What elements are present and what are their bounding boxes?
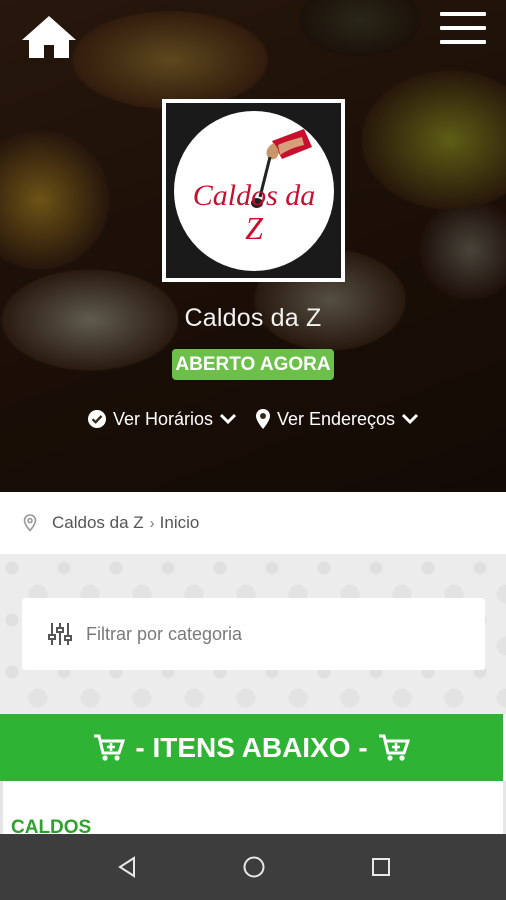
breadcrumb: Caldos da Z › Inicio — [0, 492, 506, 554]
view-hours-label: Ver Horários — [112, 408, 213, 429]
back-icon[interactable] — [112, 852, 142, 882]
cart-plus-icon — [378, 734, 410, 761]
view-addresses-label: Ver Endereços — [276, 408, 396, 429]
logo-text-line2: Z — [245, 210, 264, 246]
system-navigation-bar — [0, 834, 506, 900]
store-logo: Caldos da Z — [162, 99, 345, 282]
view-addresses-link[interactable]: Ver Endereços — [255, 404, 419, 434]
store-logo-art: Caldos da Z — [193, 129, 316, 246]
store-info-links: Ver Horários Ver Endereços — [0, 404, 506, 434]
menu-bar-top — [440, 12, 486, 16]
menu-bar-bottom — [440, 40, 486, 44]
sliders-icon — [48, 623, 72, 645]
menu-content: CALDOS — [0, 781, 506, 838]
category-filter-input[interactable]: Filtrar por categoria — [22, 598, 485, 670]
cart-items-banner[interactable]: - ITENS ABAIXO - — [0, 714, 503, 781]
store-hero: Caldos da Z Caldos da Z ABERTO AGORA Ver… — [0, 0, 506, 492]
chevron-down-icon — [402, 413, 419, 425]
location-pin-icon — [255, 409, 270, 429]
location-pin-outline-icon — [23, 514, 37, 532]
view-hours-link[interactable]: Ver Horários — [87, 404, 237, 434]
recent-apps-icon[interactable] — [366, 852, 396, 882]
check-circle-icon — [87, 410, 106, 428]
breadcrumb-current: Inicio — [159, 513, 200, 532]
home-circle-icon[interactable] — [239, 852, 269, 882]
home-button[interactable] — [20, 14, 78, 60]
status-badge: ABERTO AGORA — [172, 349, 334, 380]
store-logo-circle: Caldos da Z — [174, 111, 334, 271]
hamburger-menu-button[interactable] — [440, 12, 486, 50]
logo-text-line1: Caldos da — [193, 179, 316, 212]
breadcrumb-separator: › — [149, 514, 155, 532]
cart-banner-label: - ITENS ABAIXO - — [135, 731, 368, 763]
category-filter-placeholder: Filtrar por categoria — [86, 623, 243, 644]
chevron-down-icon — [219, 413, 237, 425]
menu-bar-middle — [440, 26, 486, 30]
breadcrumb-store-link[interactable]: Caldos da Z — [52, 513, 144, 533]
store-name: Caldos da Z — [184, 304, 322, 332]
cart-plus-icon — [94, 734, 126, 761]
home-icon — [22, 16, 76, 58]
